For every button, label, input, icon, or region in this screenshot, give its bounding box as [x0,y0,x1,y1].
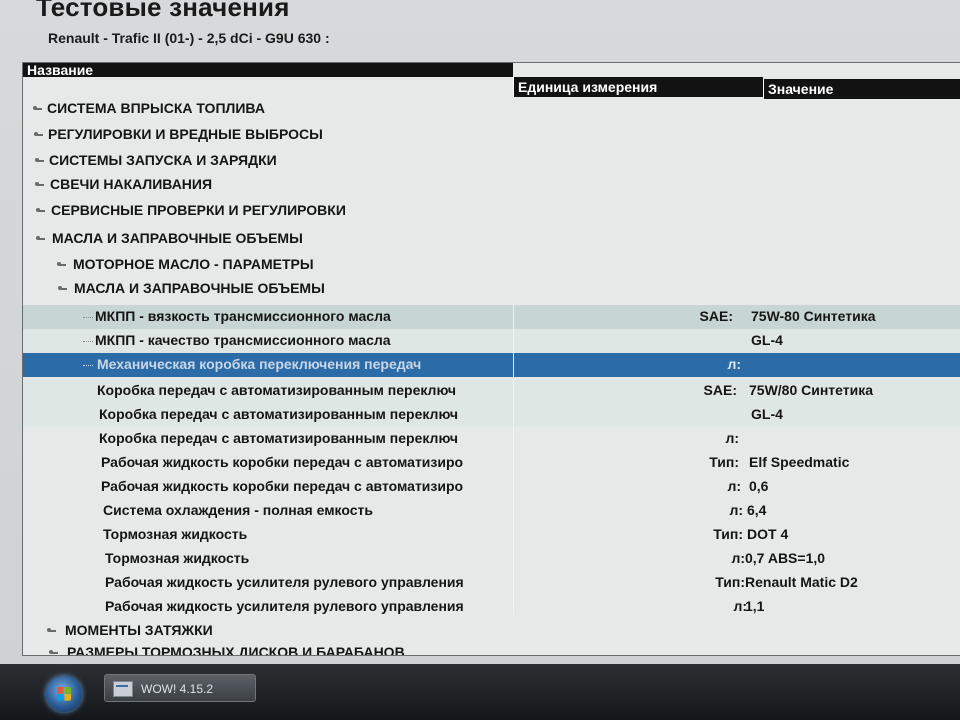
tree-node[interactable]: СВЕЧИ НАКАЛИВАНИЯ [23,173,960,197]
row-unit: л: [727,356,741,372]
expand-icon[interactable] [36,208,45,212]
row-unit: Тип: [709,454,739,470]
tree-node-label: СИСТЕМА ВПРЫСКА ТОПЛИВА [47,100,265,116]
tree-node-label: МОМЕНТЫ ЗАТЯЖКИ [65,622,213,638]
column-separator [513,303,514,615]
table-row[interactable]: Рабочая жидкость коробки передач с автом… [23,451,960,475]
row-name: Тормозная жидкость [105,550,250,566]
expand-icon[interactable] [47,628,56,632]
row-name: Рабочая жидкость коробки передач с автом… [101,454,464,470]
column-header-value[interactable]: Значение [763,79,960,99]
row-value: 6,4 [747,502,767,518]
tree-node-label: МАСЛА И ЗАПРАВОЧНЫЕ ОБЪЕМЫ [74,280,325,296]
expand-icon[interactable] [57,262,66,266]
table-row[interactable]: Рабочая жидкость усилителя рулевого упра… [23,595,960,619]
expand-icon[interactable] [33,106,42,110]
row-name: МКПП - качество трансмиссионного масла [95,332,391,348]
row-unit: Тип: [713,526,743,542]
tree-node[interactable]: РЕГУЛИРОВКИ И ВРЕДНЫЕ ВЫБРОСЫ [23,123,960,147]
start-button-windows-icon[interactable] [46,676,82,712]
table-row[interactable]: Рабочая жидкость усилителя рулевого упра… [23,571,960,595]
vehicle-label: Renault - Trafic II (01-) - 2,5 dCi - G9… [48,30,330,46]
row-name: Коробка передач с автоматизированным пер… [99,406,458,422]
expand-icon[interactable] [34,132,43,136]
tree-node-label: МОТОРНОЕ МАСЛО - ПАРАМЕТРЫ [73,256,314,272]
row-value: Elf Speedmatic [749,454,850,470]
table-row[interactable]: Рабочая жидкость коробки передач с автом… [23,475,960,499]
table-row[interactable]: Тормозная жидкость л: 0,7 ABS=1,0 [23,547,960,571]
row-value: GL-4 [751,406,783,422]
row-unit: л: [731,550,745,566]
values-grid: Название Единица измерения Значение СИСТ… [22,62,960,656]
row-value: 0,6 [749,478,769,494]
expand-icon[interactable] [49,650,58,654]
app-window-icon [113,681,133,697]
row-unit: л: [733,598,747,614]
collapse-icon[interactable] [58,286,67,290]
row-name: Механическая коробка переключения переда… [97,356,422,372]
row-unit: Тип: [715,574,745,590]
tree-node-label: СВЕЧИ НАКАЛИВАНИЯ [50,176,213,192]
tree-node-cut-off[interactable]: РАЗМЕРЫ ТОРМОЗНЫХ ДИСКОВ И БАРАБАНОВ [23,641,960,656]
tree-node[interactable]: СИСТЕМЫ ЗАПУСКА И ЗАРЯДКИ [23,149,960,173]
tree-node-expanded[interactable]: МАСЛА И ЗАПРАВОЧНЫЕ ОБЪЕМЫ [23,277,960,301]
tree-node-label: СЕРВИСНЫЕ ПРОВЕРКИ И РЕГУЛИРОВКИ [51,202,346,218]
expand-icon[interactable] [35,182,44,186]
row-unit: SAE: [703,382,737,398]
table-row[interactable]: МКПП - качество трансмиссионного масла G… [23,329,960,353]
table-row[interactable]: МКПП - вязкость трансмиссионного масла S… [23,305,960,329]
table-row[interactable]: Тормозная жидкость Тип: DOT 4 [23,523,960,547]
row-name: Коробка передач с автоматизированным пер… [97,382,456,398]
expand-icon[interactable] [35,158,44,162]
row-unit: л: [729,502,743,518]
collapse-icon[interactable] [36,236,45,240]
tree-connector [83,317,93,318]
app-window: Тестовые значения Renault - Trafic II (0… [0,0,960,670]
row-value: 0,7 ABS=1,0 [745,550,826,566]
table-row[interactable]: Коробка передач с автоматизированным пер… [23,403,960,427]
tree-node[interactable]: МОМЕНТЫ ЗАТЯЖКИ [23,619,960,643]
row-unit: л: [725,430,739,446]
row-value: GL-4 [751,332,783,348]
tree-connector [83,341,93,342]
row-name: Тормозная жидкость [103,526,248,542]
row-unit: SAE: [699,308,733,324]
tree-node-label: МАСЛА И ЗАПРАВОЧНЫЕ ОБЪЕМЫ [52,230,303,246]
row-name: Коробка передач с автоматизированным пер… [99,430,458,446]
table-row[interactable]: Коробка передач с автоматизированным пер… [23,379,960,403]
tree-node-label: РАЗМЕРЫ ТОРМОЗНЫХ ДИСКОВ И БАРАБАНОВ [67,644,405,656]
taskbar-app-button[interactable]: WOW! 4.15.2 [104,674,256,702]
row-value: 75W/80 Синтетика [749,382,874,398]
taskbar-app-label: WOW! 4.15.2 [141,682,214,696]
row-value: 1,1 [745,598,765,614]
row-name: Рабочая жидкость коробки передач с автом… [101,478,464,494]
row-unit: л: [727,478,741,494]
partially-hidden-row [23,77,513,85]
grid-header: Название Единица измерения Значение [23,63,960,99]
row-name: Рабочая жидкость усилителя рулевого упра… [105,574,464,590]
tree-node[interactable]: МОТОРНОЕ МАСЛО - ПАРАМЕТРЫ [23,253,960,277]
tree-node-expanded[interactable]: МАСЛА И ЗАПРАВОЧНЫЕ ОБЪЕМЫ [23,227,960,251]
row-name: Система охлаждения - полная емкость [103,502,373,518]
row-value: DOT 4 [747,526,789,542]
tree-connector [83,365,93,366]
tree-node-label: СИСТЕМЫ ЗАПУСКА И ЗАРЯДКИ [49,152,277,168]
table-row[interactable]: Коробка передач с автоматизированным пер… [23,427,960,451]
tree-node[interactable]: СИСТЕМА ВПРЫСКА ТОПЛИВА [23,97,960,121]
row-name: Рабочая жидкость усилителя рулевого упра… [105,598,464,614]
table-row[interactable]: Система охлаждения - полная емкость л: 6… [23,499,960,523]
column-header-name[interactable]: Название [23,63,513,77]
column-header-unit[interactable]: Единица измерения [513,77,763,97]
tree-node-label: РЕГУЛИРОВКИ И ВРЕДНЫЕ ВЫБРОСЫ [48,126,323,142]
page-title: Тестовые значения [36,0,290,22]
tree-node[interactable]: СЕРВИСНЫЕ ПРОВЕРКИ И РЕГУЛИРОВКИ [23,199,960,223]
taskbar: WOW! 4.15.2 [0,664,960,720]
row-name: МКПП - вязкость трансмиссионного масла [95,308,391,324]
row-value: Renault Matic D2 [745,574,858,590]
row-value: 75W-80 Синтетика [751,308,876,324]
table-row-selected[interactable]: Механическая коробка переключения переда… [23,353,960,377]
